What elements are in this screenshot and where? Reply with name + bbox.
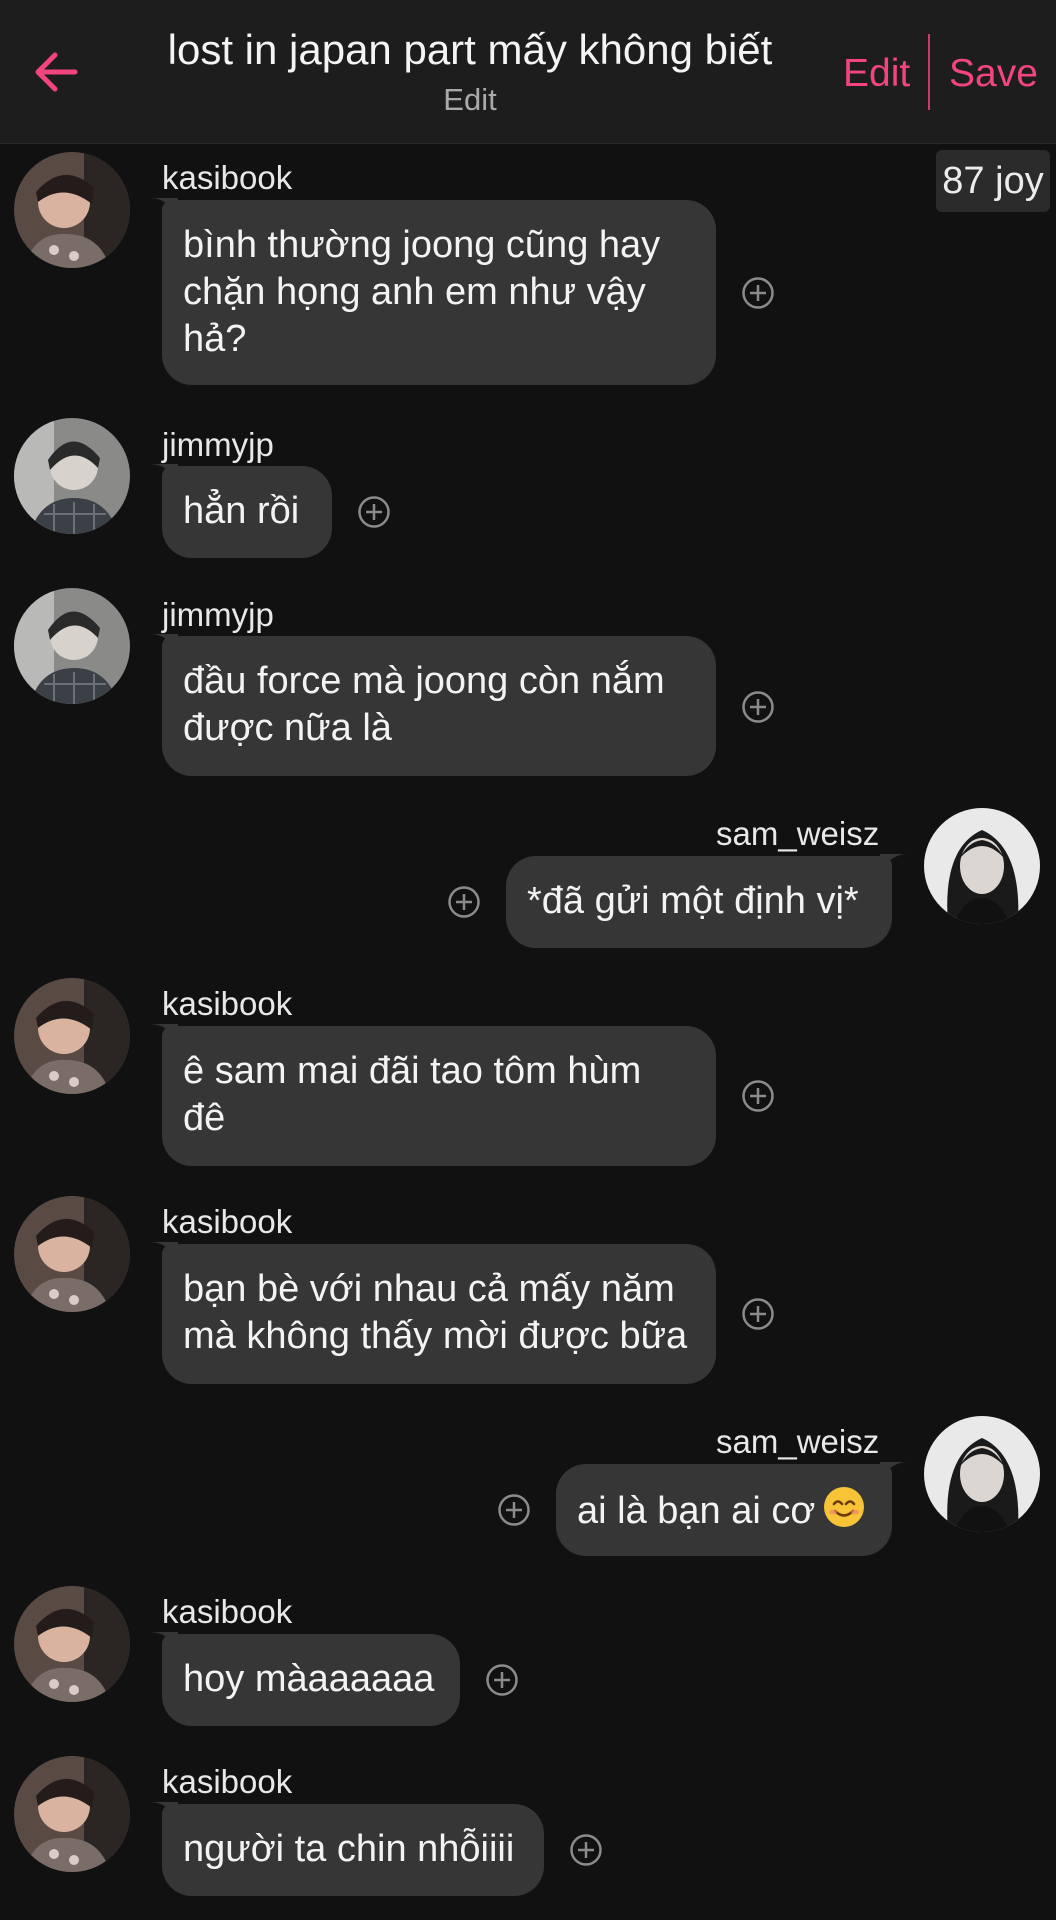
back-button[interactable]: [28, 40, 84, 104]
add-reaction-icon: [358, 496, 390, 528]
chat-subtitle[interactable]: Edit: [120, 80, 820, 120]
joy-counter: 87 joy: [936, 150, 1050, 212]
add-reaction-icon: [742, 691, 774, 723]
add-reaction-button[interactable]: [447, 885, 481, 919]
add-reaction-icon: [742, 1298, 774, 1330]
username: kasibook: [162, 1763, 293, 1800]
add-reaction-button[interactable]: [485, 1663, 519, 1697]
message-bubble[interactable]: ai là bạn ai cơ: [556, 1464, 892, 1556]
username: sam_weisz: [716, 1423, 880, 1460]
avatar-image: [924, 808, 1040, 924]
add-reaction-icon: [486, 1664, 518, 1696]
avatar-kasibook[interactable]: [14, 1196, 130, 1312]
avatar-sam-weisz[interactable]: [924, 1416, 1040, 1532]
avatar-image: [924, 1416, 1040, 1532]
add-reaction-button[interactable]: [741, 690, 775, 724]
add-reaction-button[interactable]: [741, 1297, 775, 1331]
message-bubble[interactable]: hẳn rồi: [162, 466, 332, 558]
username: jimmyjp: [162, 426, 274, 463]
avatar-image: [14, 152, 130, 268]
add-reaction-button[interactable]: [357, 495, 391, 529]
top-bar: lost in japan part mấy không biết Edit E…: [0, 0, 1056, 144]
message-bubble[interactable]: ê sam mai đãi tao tôm hùm đê: [162, 1026, 716, 1166]
avatar-image: [14, 1586, 130, 1702]
message-bubble[interactable]: *đã gửi một định vị*: [506, 856, 892, 948]
message-text: ai là bạn ai cơ: [577, 1490, 816, 1533]
username: kasibook: [162, 1593, 293, 1630]
save-button[interactable]: Save: [949, 50, 1038, 98]
title-block: lost in japan part mấy không biết Edit: [120, 22, 820, 120]
message-bubble[interactable]: đầu force mà joong còn nắm được nữa là: [162, 636, 716, 776]
add-reaction-icon: [742, 277, 774, 309]
message-bubble[interactable]: người ta chin nhỗiiii: [162, 1804, 544, 1896]
avatar-jimmyjp[interactable]: [14, 418, 130, 534]
add-reaction-icon: [498, 1494, 530, 1526]
avatar-sam-weisz[interactable]: [924, 808, 1040, 924]
username: kasibook: [162, 985, 293, 1022]
avatar-image: [14, 418, 130, 534]
avatar-image: [14, 1196, 130, 1312]
message-bubble[interactable]: hoy màaaaaaa: [162, 1634, 460, 1726]
header-divider: [928, 34, 930, 110]
add-reaction-button[interactable]: [741, 1079, 775, 1113]
username: sam_weisz: [716, 815, 880, 852]
edit-button[interactable]: Edit: [843, 50, 910, 98]
add-reaction-icon: [448, 886, 480, 918]
add-reaction-button[interactable]: [569, 1833, 603, 1867]
avatar-jimmyjp[interactable]: [14, 588, 130, 704]
avatar-image: [14, 588, 130, 704]
smiling-face-emoji-icon: [823, 1486, 865, 1540]
username: kasibook: [162, 159, 293, 196]
arrow-left-icon: [35, 52, 78, 92]
add-reaction-icon: [570, 1834, 602, 1866]
avatar-image: [14, 1756, 130, 1872]
add-reaction-button[interactable]: [741, 276, 775, 310]
username: jimmyjp: [162, 596, 274, 633]
avatar-kasibook[interactable]: [14, 978, 130, 1094]
avatar-image: [14, 978, 130, 1094]
message-bubble[interactable]: bình thường joong cũng hay chặn họng anh…: [162, 200, 716, 385]
avatar-kasibook[interactable]: [14, 152, 130, 268]
chat-title[interactable]: lost in japan part mấy không biết: [120, 22, 820, 78]
add-reaction-icon: [742, 1080, 774, 1112]
add-reaction-button[interactable]: [497, 1493, 531, 1527]
avatar-kasibook[interactable]: [14, 1586, 130, 1702]
username: kasibook: [162, 1203, 293, 1240]
message-bubble[interactable]: bạn bè với nhau cả mấy năm mà không thấy…: [162, 1244, 716, 1384]
avatar-kasibook[interactable]: [14, 1756, 130, 1872]
